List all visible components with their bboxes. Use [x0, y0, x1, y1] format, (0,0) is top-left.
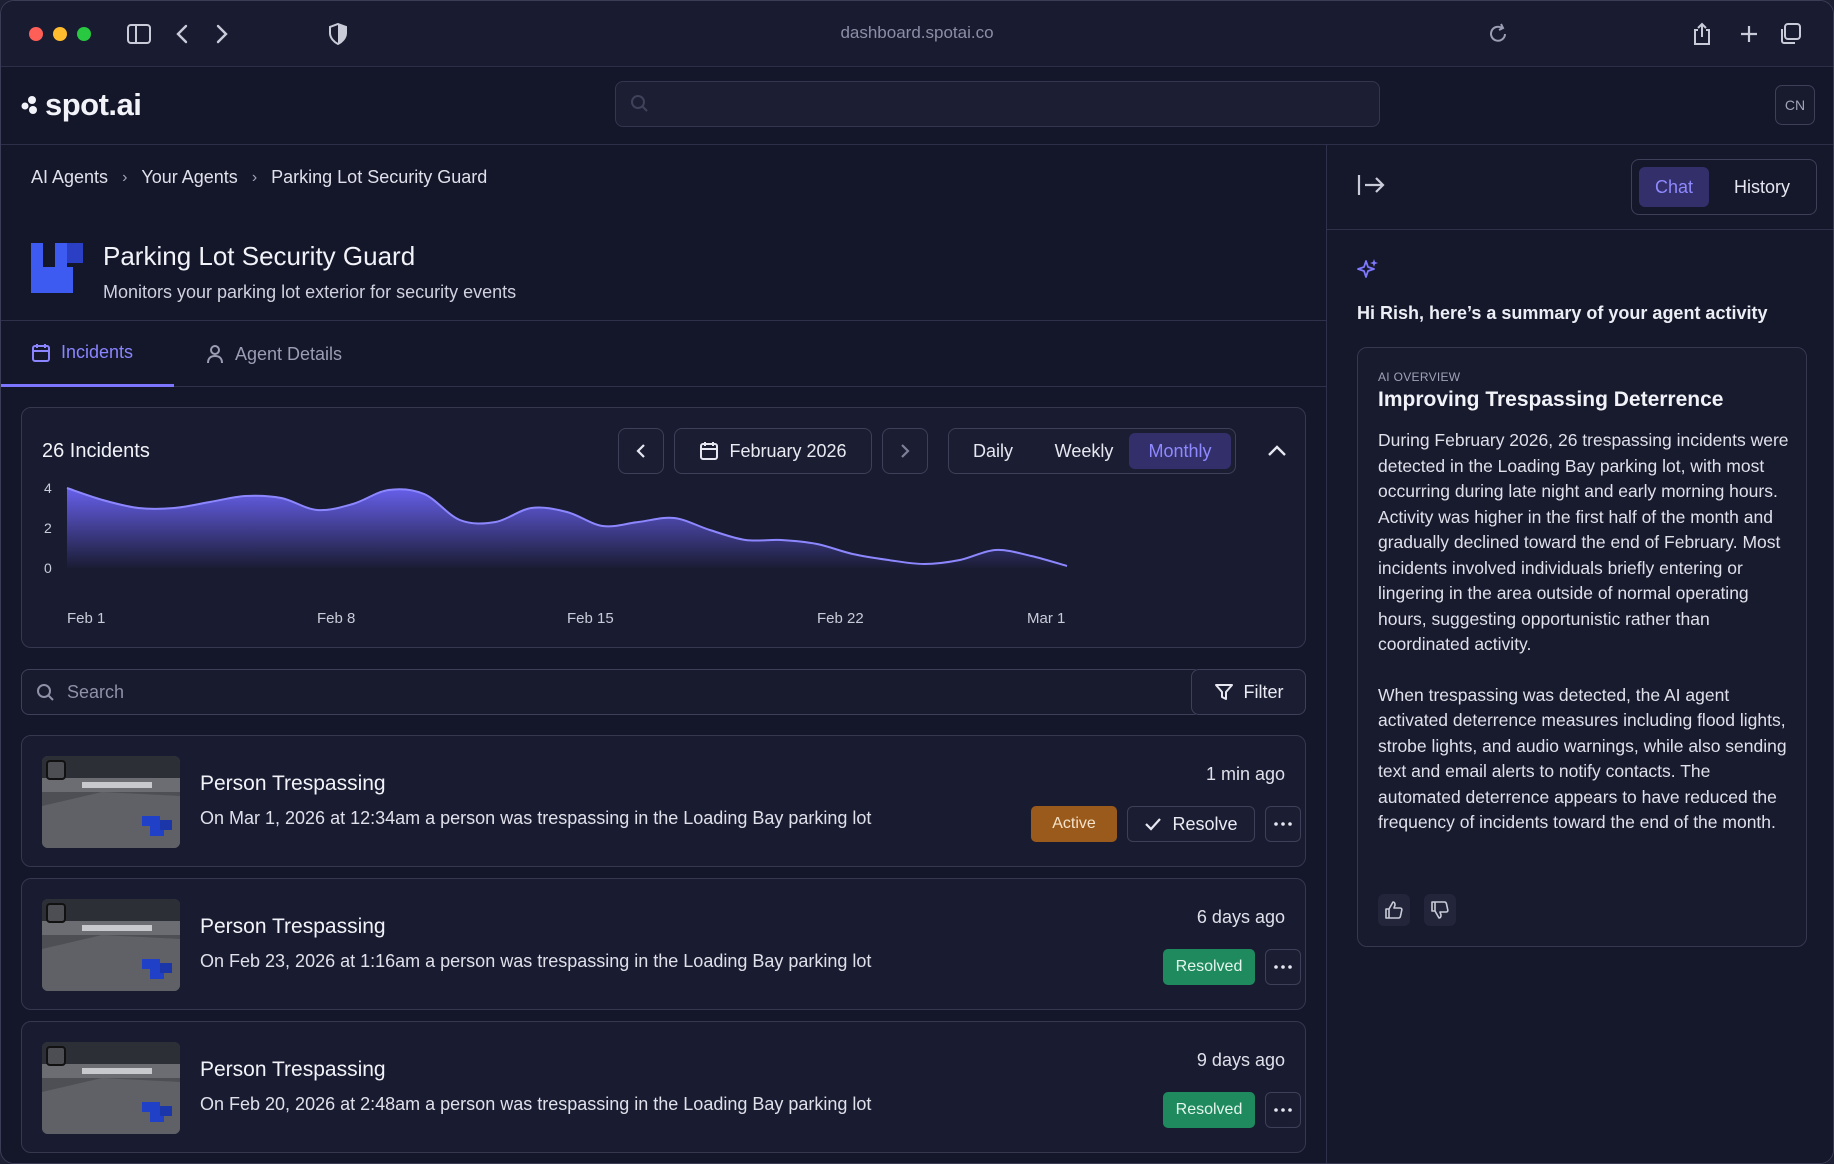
status-badge-resolved: Resolved: [1163, 949, 1255, 985]
incident-checkbox[interactable]: [46, 1046, 66, 1066]
y-tick-label: 4: [44, 480, 52, 496]
filter-icon: [1214, 684, 1233, 700]
more-icon: [1274, 965, 1292, 969]
breadcrumb-current: Parking Lot Security Guard: [271, 167, 488, 187]
assistant-greeting: Hi Rish, here’s a summary of your agent …: [1357, 303, 1768, 323]
collapse-panel-button[interactable]: [1357, 173, 1385, 202]
incident-description: On Mar 1, 2026 at 12:34am a person was t…: [200, 808, 872, 828]
incident-thumbnail[interactable]: [42, 756, 180, 848]
x-tick-label: Feb 15: [567, 610, 614, 627]
resolve-label: Resolve: [1172, 813, 1238, 834]
y-tick-label: 2: [44, 520, 52, 536]
check-icon: [1145, 818, 1162, 831]
collapse-panel-icon: [1357, 175, 1385, 195]
incident-checkbox[interactable]: [46, 760, 66, 780]
tab-incidents[interactable]: Incidents: [1, 321, 174, 387]
incident-card[interactable]: Person Trespassing On Feb 20, 2026 at 2:…: [21, 1021, 1306, 1153]
share-icon[interactable]: [1687, 19, 1717, 49]
incident-card[interactable]: Person Trespassing On Mar 1, 2026 at 12:…: [21, 735, 1306, 867]
more-options-button[interactable]: [1265, 806, 1301, 842]
overview-paragraph: When trespassing was detected, the AI ag…: [1378, 684, 1787, 833]
overview-body: During February 2026, 26 trespassing inc…: [1378, 428, 1790, 836]
tab-agent-details[interactable]: Agent Details: [205, 321, 342, 387]
assistant-panel: Chat History Hi Rish, here’s a summary o…: [1326, 145, 1833, 1163]
breadcrumb-your-agents[interactable]: Your Agents: [141, 167, 237, 188]
more-options-button[interactable]: [1265, 949, 1301, 985]
incidents-chart-card: 26 Incidents February 2026 Daily Weekly …: [21, 407, 1306, 648]
x-tick-label: Feb 1: [67, 610, 105, 627]
chat-history-toggle: Chat History: [1631, 159, 1817, 215]
breadcrumb-ai-agents[interactable]: AI Agents: [31, 167, 108, 188]
incident-search-input[interactable]: Search: [21, 669, 1201, 715]
incident-title: Person Trespassing: [200, 1058, 386, 1081]
app-header: spot.ai CN: [1, 67, 1833, 145]
status-badge-active: Active: [1031, 806, 1117, 842]
x-tick-label: Mar 1: [1027, 610, 1065, 627]
x-tick-label: Feb 8: [317, 610, 355, 627]
browser-toolbar: dashboard.spotai.co: [1, 1, 1833, 67]
ai-overview-card: AI OVERVIEW Improving Trespassing Deterr…: [1357, 347, 1807, 947]
incident-title: Person Trespassing: [200, 772, 386, 795]
tab-overview-icon[interactable]: [1775, 19, 1805, 49]
breadcrumb: AI Agents › Your Agents › Parking Lot Se…: [31, 167, 487, 188]
search-icon: [630, 94, 650, 119]
user-avatar-button[interactable]: CN: [1775, 85, 1815, 125]
logo-text: spot.ai: [45, 87, 142, 122]
filter-label: Filter: [1243, 681, 1284, 702]
main-content: AI Agents › Your Agents › Parking Lot Se…: [1, 145, 1326, 1163]
incident-description: On Feb 23, 2026 at 1:16am a person was t…: [200, 951, 872, 971]
agent-title: Parking Lot Security Guard: [103, 241, 416, 271]
incident-thumbnail[interactable]: [42, 899, 180, 991]
resolve-button[interactable]: Resolve: [1127, 806, 1255, 842]
spot-ai-logo[interactable]: spot.ai: [21, 87, 142, 123]
overview-label: AI OVERVIEW: [1378, 370, 1461, 384]
incident-description: On Feb 20, 2026 at 2:48am a person was t…: [200, 1094, 872, 1114]
new-tab-icon[interactable]: [1734, 19, 1764, 49]
browser-window: dashboard.spotai.co spot.ai CN AI Agents: [0, 0, 1834, 1164]
address-bar[interactable]: dashboard.spotai.co: [1, 23, 1833, 43]
tab-chat[interactable]: Chat: [1639, 167, 1709, 207]
agent-header: Parking Lot Security Guard Monitors your…: [31, 241, 516, 303]
more-icon: [1274, 1108, 1292, 1112]
overview-paragraph: During February 2026, 26 trespassing inc…: [1378, 430, 1789, 654]
thumbs-up-button[interactable]: [1378, 894, 1410, 926]
incident-thumbnail[interactable]: [42, 1042, 180, 1134]
user-icon: [207, 345, 223, 364]
incident-card[interactable]: Person Trespassing On Feb 23, 2026 at 1:…: [21, 878, 1306, 1010]
incidents-area-chart: 4 2 0 Feb 1 Feb 8 Feb 15 Feb 22 Mar 1: [44, 480, 1068, 627]
chevron-right-icon: ›: [251, 168, 258, 186]
sparkle-icon: [1357, 258, 1379, 285]
incident-time: 9 days ago: [1196, 1050, 1285, 1070]
thumbs-up-icon: [1385, 901, 1403, 919]
search-icon: [37, 684, 54, 701]
more-icon: [1274, 822, 1292, 826]
agent-avatar-icon: [31, 243, 83, 293]
status-badge-resolved: Resolved: [1163, 1092, 1255, 1128]
tab-agent-details-label: Agent Details: [235, 343, 343, 364]
reload-icon[interactable]: [1483, 19, 1513, 49]
incident-title: Person Trespassing: [200, 915, 386, 938]
x-tick-label: Feb 22: [817, 610, 864, 627]
incident-time: 1 min ago: [1205, 764, 1285, 784]
search-placeholder: Search: [67, 682, 125, 702]
feedback-actions: [1378, 894, 1456, 926]
tab-incidents-label: Incidents: [61, 342, 134, 362]
thumbs-down-button[interactable]: [1424, 894, 1456, 926]
tab-bar: Incidents Agent Details: [1, 321, 1326, 387]
filter-button[interactable]: Filter: [1191, 669, 1306, 715]
logo-dots-icon: [21, 96, 37, 114]
incident-time: 6 days ago: [1196, 907, 1285, 927]
tab-history[interactable]: History: [1712, 167, 1812, 207]
chevron-right-icon: ›: [122, 168, 128, 186]
thumbs-down-icon: [1431, 901, 1449, 919]
y-tick-label: 0: [44, 560, 52, 576]
incident-checkbox[interactable]: [46, 903, 66, 923]
agent-subtitle: Monitors your parking lot exterior for s…: [103, 282, 517, 302]
more-options-button[interactable]: [1265, 1092, 1301, 1128]
global-search-input[interactable]: [615, 81, 1380, 127]
calendar-icon: [32, 343, 50, 362]
assistant-panel-header: Chat History: [1327, 145, 1833, 230]
overview-title: Improving Trespassing Deterrence: [1378, 388, 1724, 411]
